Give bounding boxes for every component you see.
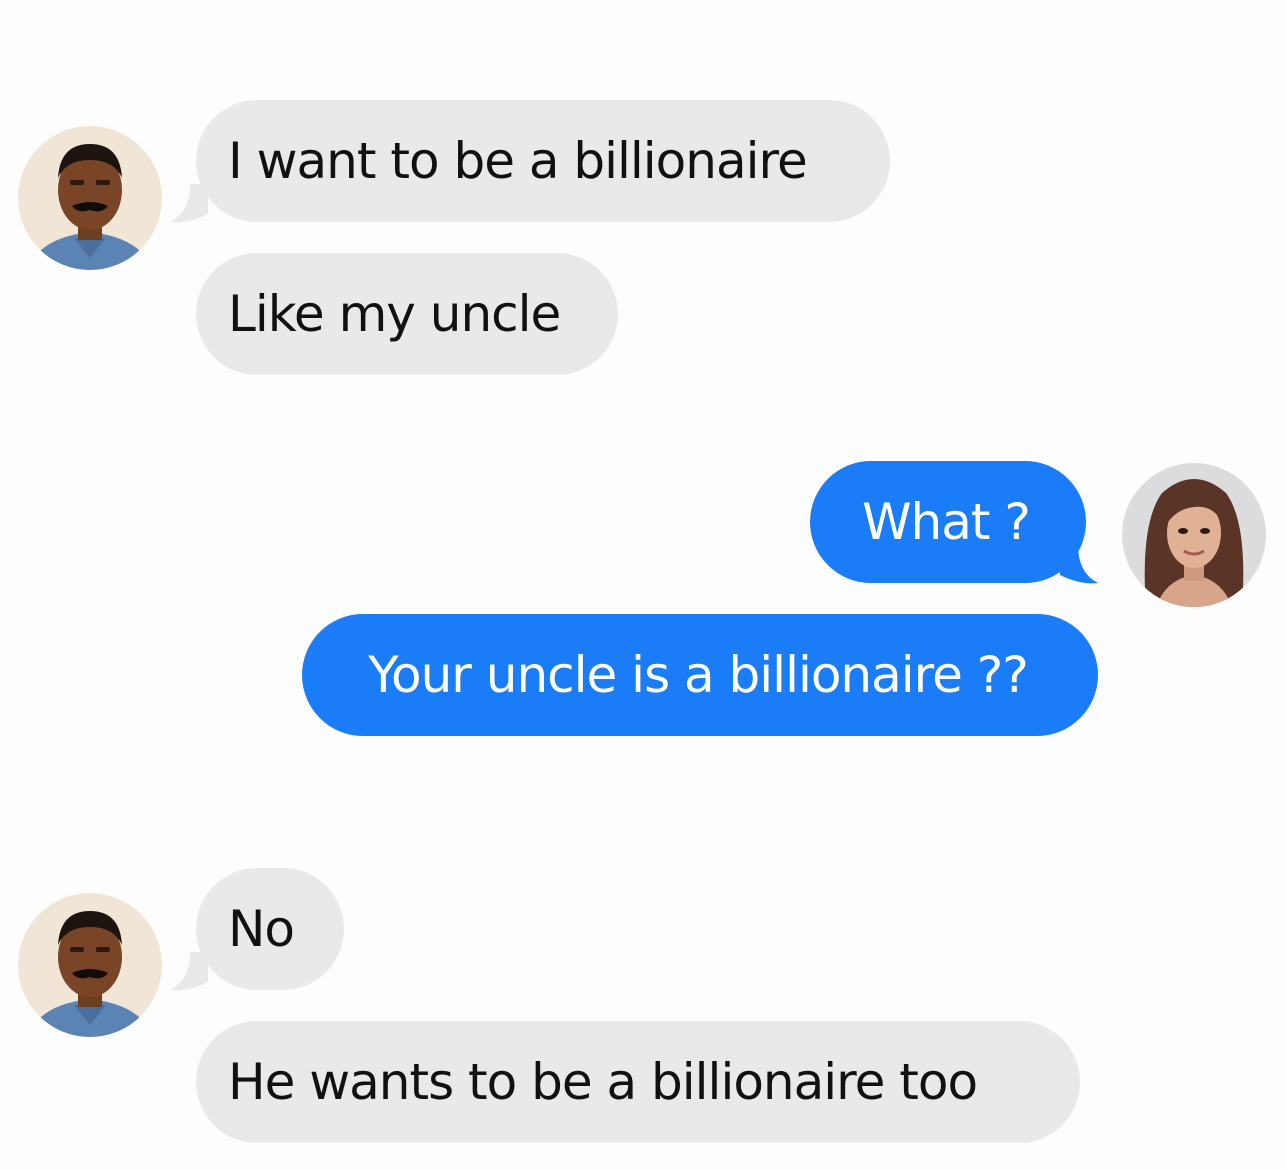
man-avatar[interactable] (18, 126, 162, 270)
message-bubble-received[interactable]: Like my uncle (196, 253, 618, 375)
message-bubble-received[interactable]: He wants to be a billionaire too (196, 1021, 1080, 1143)
woman-face-icon (1122, 463, 1266, 607)
message-text: Your uncle is a billionaire ?? (368, 646, 1029, 704)
woman-avatar[interactable] (1122, 463, 1266, 607)
message-text: Like my uncle (228, 285, 561, 343)
message-text: What ? (862, 493, 1031, 551)
message-bubble-received[interactable]: I want to be a billionaire (196, 100, 890, 222)
received-bubble-tail (170, 952, 208, 991)
message-text: I want to be a billionaire (228, 132, 808, 190)
message-text: No (228, 900, 295, 958)
message-text: He wants to be a billionaire too (228, 1053, 978, 1111)
message-bubble-received[interactable]: No (196, 868, 344, 990)
message-bubble-sent[interactable]: Your uncle is a billionaire ?? (302, 614, 1098, 736)
message-bubble-sent[interactable]: What ? (810, 461, 1086, 583)
received-bubble-tail (170, 184, 208, 223)
man-face-icon (18, 126, 162, 270)
chat-thread: I want to be a billionaire Like my uncle… (0, 0, 1286, 1169)
man-avatar[interactable] (18, 893, 162, 1037)
man-face-icon (18, 893, 162, 1037)
